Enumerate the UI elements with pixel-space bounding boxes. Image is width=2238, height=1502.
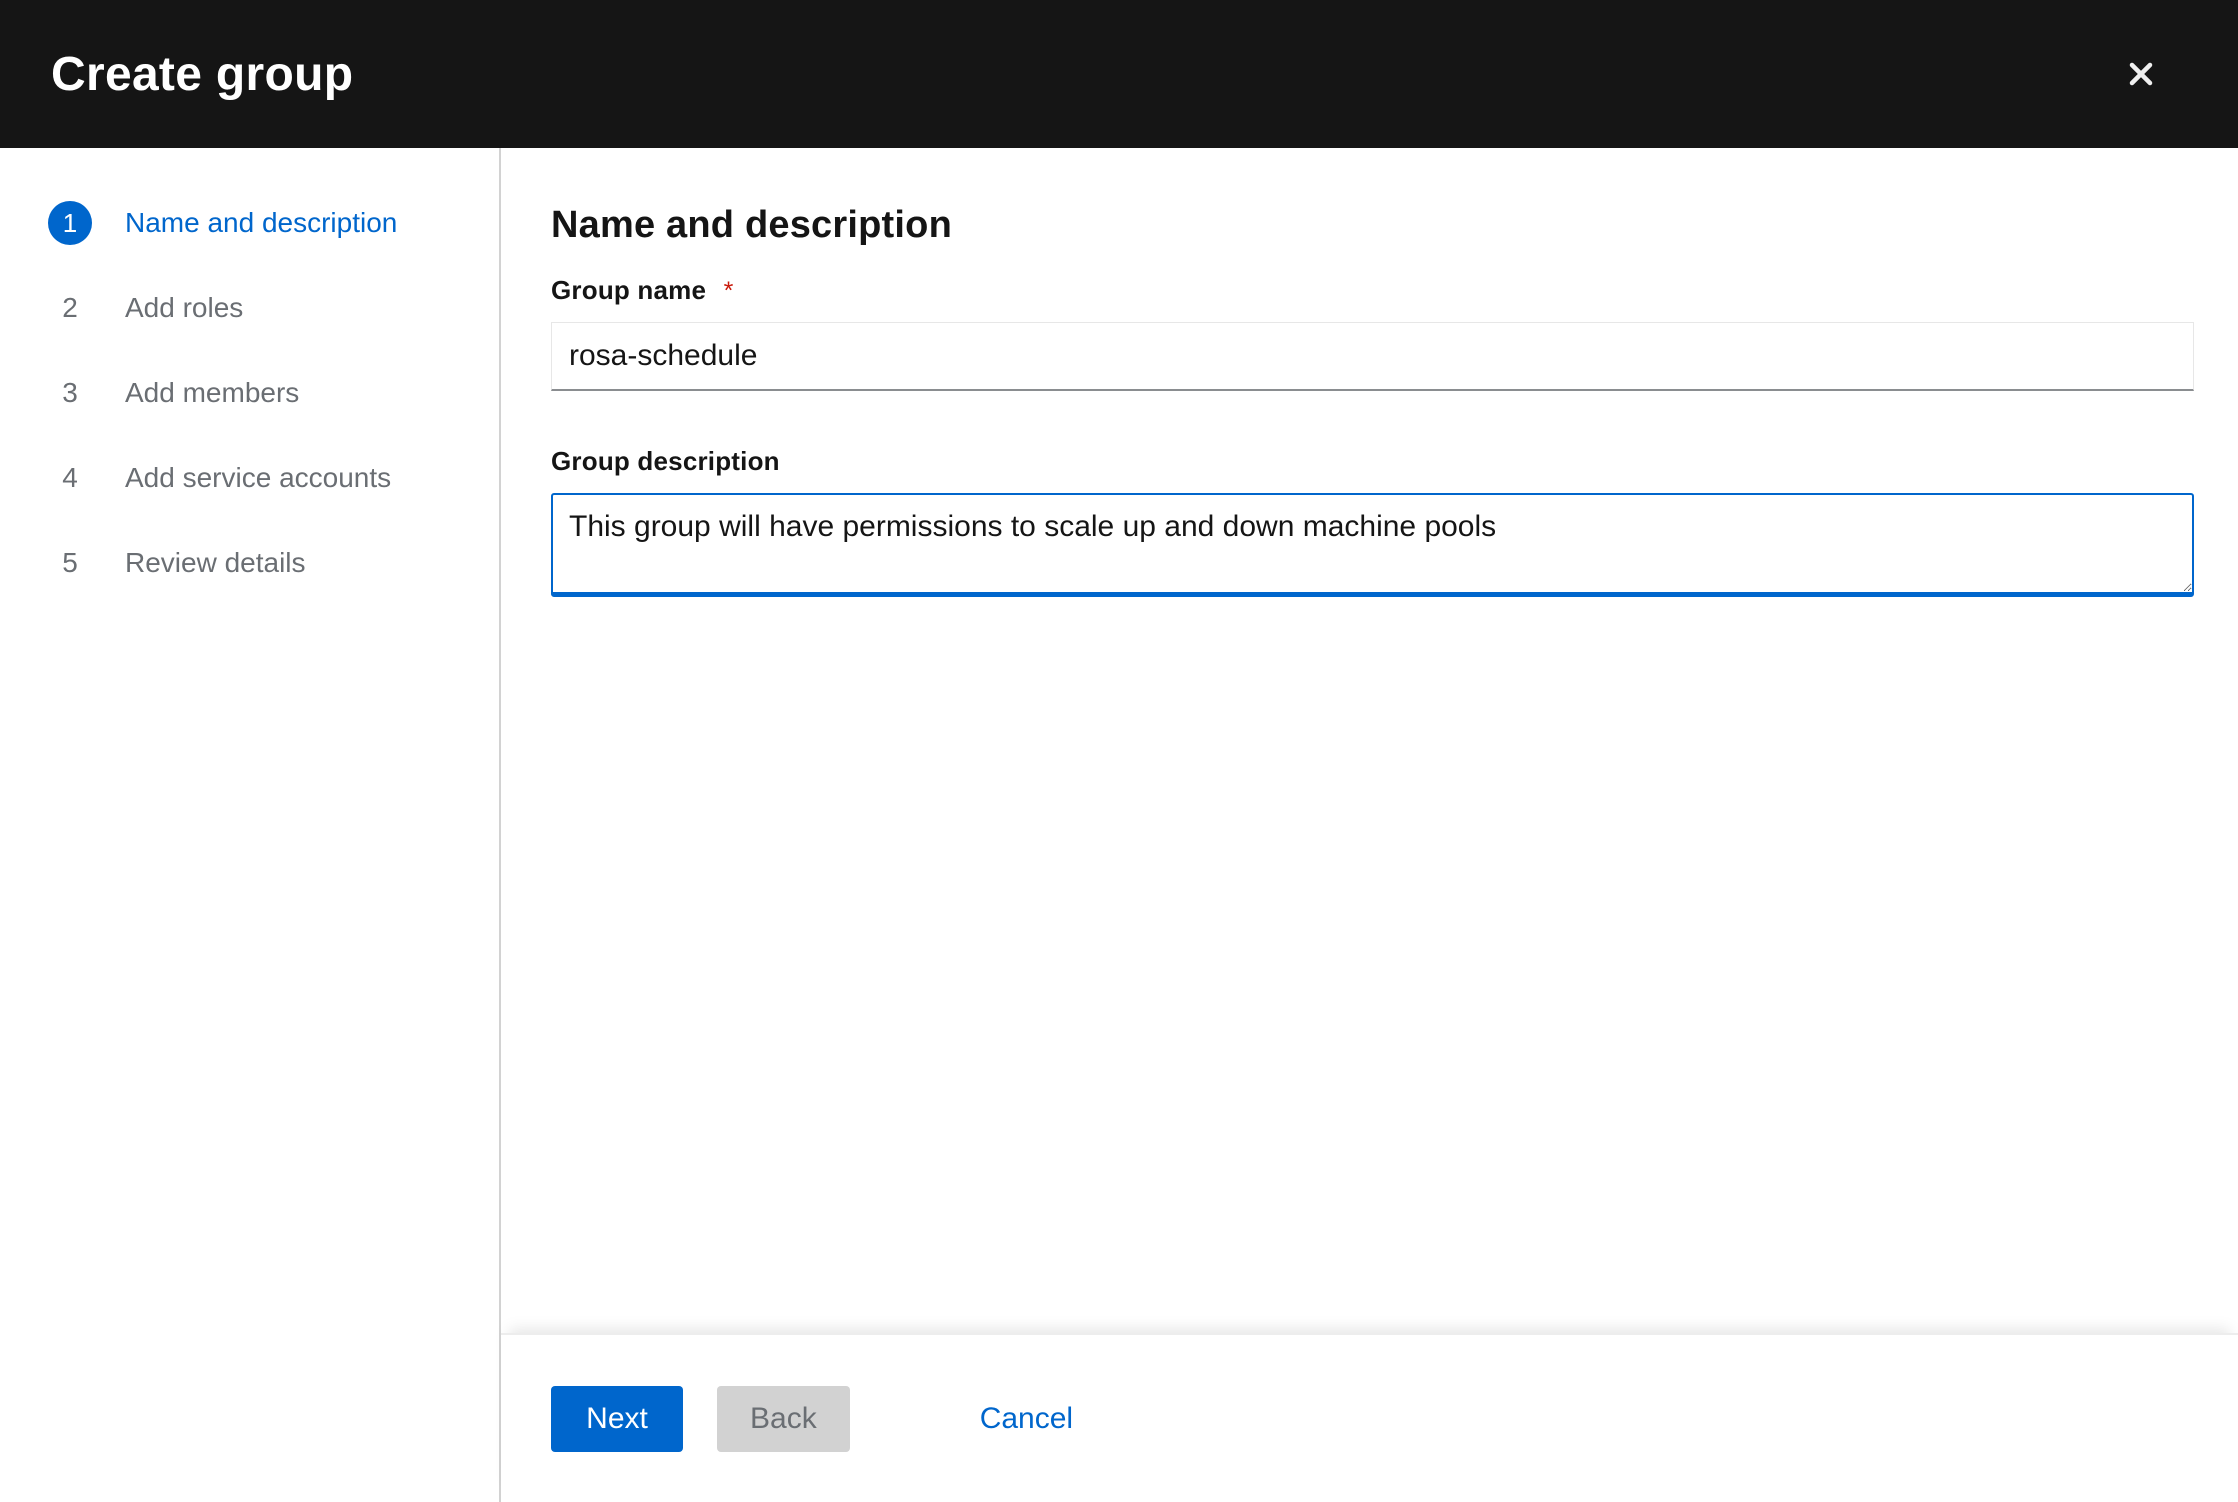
- close-icon: [2126, 59, 2156, 89]
- group-name-label-text: Group name: [551, 275, 706, 305]
- wizard-footer: Next Back Cancel: [501, 1333, 2238, 1502]
- create-group-modal: Create group 1 Name and description 2 Ad…: [0, 0, 2238, 1502]
- back-button[interactable]: Back: [717, 1386, 850, 1452]
- wizard-step-add-roles[interactable]: 2 Add roles: [48, 286, 243, 330]
- step-number-badge: 1: [48, 201, 92, 245]
- modal-body: 1 Name and description 2 Add roles 3 Add…: [0, 148, 2238, 1502]
- group-name-label: Group name *: [551, 274, 2194, 307]
- step-label: Add members: [125, 377, 299, 409]
- group-name-input[interactable]: [551, 322, 2194, 391]
- step-label: Review details: [125, 547, 306, 579]
- step-number: 2: [48, 286, 92, 330]
- modal-header: Create group: [0, 0, 2238, 148]
- wizard-nav: 1 Name and description 2 Add roles 3 Add…: [0, 148, 501, 1502]
- wizard-step-add-members[interactable]: 3 Add members: [48, 371, 299, 415]
- wizard-step-name-and-description[interactable]: 1 Name and description: [48, 201, 397, 245]
- step-label: Name and description: [125, 207, 397, 239]
- wizard-main: Name and description Group name * Group …: [501, 148, 2238, 1502]
- wizard-step-review-details[interactable]: 5 Review details: [48, 541, 306, 585]
- step-number: 4: [48, 456, 92, 500]
- group-name-form-group: Group name *: [551, 274, 2194, 391]
- required-asterisk: *: [724, 277, 734, 305]
- close-button[interactable]: [2118, 51, 2164, 97]
- step-label: Add roles: [125, 292, 243, 324]
- step-number: 5: [48, 541, 92, 585]
- group-description-form-group: Group description This group will have p…: [551, 445, 2194, 597]
- group-description-textarea[interactable]: This group will have permissions to scal…: [551, 493, 2194, 597]
- modal-title: Create group: [51, 47, 353, 102]
- step-label: Add service accounts: [125, 462, 391, 494]
- cancel-link[interactable]: Cancel: [980, 1402, 1073, 1436]
- wizard-content: Name and description Group name * Group …: [501, 148, 2238, 1333]
- group-description-label: Group description: [551, 445, 2194, 478]
- step-number: 3: [48, 371, 92, 415]
- wizard-step-add-service-accounts[interactable]: 4 Add service accounts: [48, 456, 391, 500]
- next-button[interactable]: Next: [551, 1386, 683, 1452]
- content-heading: Name and description: [551, 204, 2194, 247]
